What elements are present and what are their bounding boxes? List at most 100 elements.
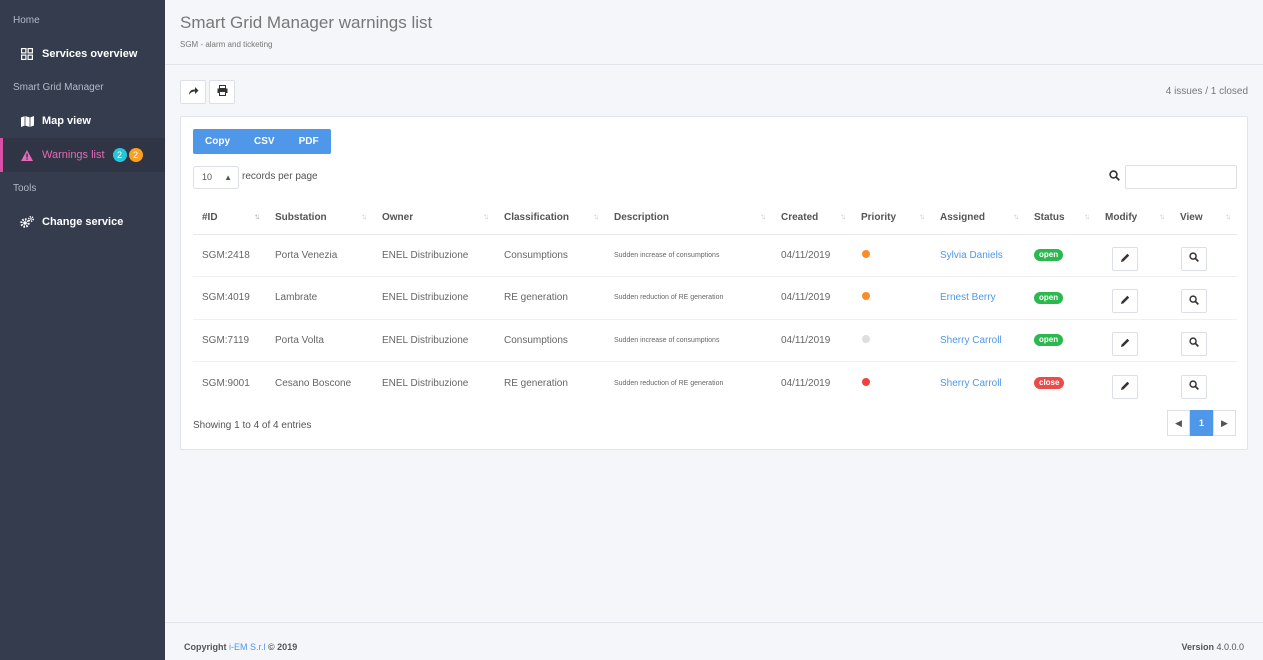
assigned-user-link[interactable]: Ernest Berry xyxy=(940,292,996,303)
priority-dot xyxy=(862,249,870,258)
column-header-substation[interactable]: Substation ↑↓ xyxy=(266,201,373,235)
table-header-row: #ID ↑↓ Substation ↑↓ Owner ↑↓ Classificatio… xyxy=(193,201,1237,235)
cell-description: Sudden increase of consumptions xyxy=(605,234,772,277)
column-header-owner[interactable]: Owner ↑↓ xyxy=(373,201,495,235)
cell-classification: RE generation xyxy=(504,377,568,389)
cell-status: open xyxy=(1025,319,1096,362)
view-button[interactable] xyxy=(1181,289,1207,314)
sidebar-item-label: Change service xyxy=(42,216,124,228)
cell-owner: ENEL Distribuzione xyxy=(373,319,495,362)
sidebar-item-label: Services overview xyxy=(42,48,138,60)
warnings-count-badge: 2 xyxy=(112,148,127,162)
company-link[interactable]: i-EM S.r.l xyxy=(229,642,266,652)
print-button[interactable] xyxy=(209,80,235,104)
search-icon xyxy=(1189,380,1199,393)
records-per-page-select[interactable]: 10 ▲ xyxy=(193,166,239,189)
column-header-id[interactable]: #ID ↑↓ xyxy=(193,201,266,235)
cell-modify xyxy=(1096,319,1171,362)
cell-modify xyxy=(1096,362,1171,405)
column-header-modify[interactable]: Modify ↑↓ xyxy=(1096,201,1171,235)
cogs-icon xyxy=(20,215,34,229)
priority-dot xyxy=(862,292,870,301)
column-header-status[interactable]: Status ↑↓ xyxy=(1025,201,1096,235)
status-badge: open xyxy=(1034,291,1064,304)
column-header-classification[interactable]: Classification ↑↓ xyxy=(495,201,605,235)
grid-icon xyxy=(20,47,34,61)
cell-assigned: Sylvia Daniels xyxy=(931,234,1025,277)
sidebar-item-services-overview[interactable]: Services overview xyxy=(0,37,165,71)
assigned-user-link[interactable]: Sylvia Daniels xyxy=(940,250,1003,261)
column-header-assigned[interactable]: Assigned ↑↓ xyxy=(931,201,1025,235)
chevron-left-icon: ◀ xyxy=(1175,417,1182,428)
pdf-button[interactable]: PDF xyxy=(287,129,331,154)
column-header-description[interactable]: Description ↑↓ xyxy=(605,201,772,235)
cell-owner: ENEL Distribuzione xyxy=(373,276,495,320)
cell-classification: Consumptions xyxy=(495,319,605,362)
assigned-user-link[interactable]: Sherry Carroll xyxy=(940,335,1002,346)
sidebar-item-change-service[interactable]: Change service xyxy=(0,205,165,239)
view-button[interactable] xyxy=(1181,246,1207,271)
print-icon xyxy=(217,85,228,99)
cell-view xyxy=(1171,319,1237,362)
cell-view xyxy=(1171,234,1237,277)
cell-modify xyxy=(1096,276,1171,320)
copyright-suffix: © 2019 xyxy=(268,642,298,652)
status-badge: open xyxy=(1034,334,1064,347)
cell-priority xyxy=(852,234,931,277)
column-header-priority[interactable]: Priority ↑↓ xyxy=(852,201,931,235)
cell-description: Sudden reduction of RE generation xyxy=(605,276,772,320)
sort-icon: ↑↓ xyxy=(1084,212,1090,221)
status-badge: open xyxy=(1034,249,1064,262)
cell-priority xyxy=(852,319,931,362)
issues-summary: 4 issues / 1 closed xyxy=(1165,86,1248,97)
sort-icon: ↑↓ xyxy=(840,212,846,221)
modify-button[interactable] xyxy=(1112,246,1138,271)
search-input[interactable] xyxy=(1125,165,1237,189)
csv-button[interactable]: CSV xyxy=(242,129,287,154)
previous-page-button[interactable]: ◀ xyxy=(1167,410,1190,436)
page-button-current[interactable]: 1 xyxy=(1190,410,1213,436)
assigned-user-link[interactable]: Sherry Carroll xyxy=(940,378,1002,389)
sort-icon: ↑↓ xyxy=(1159,212,1165,221)
view-button[interactable] xyxy=(1181,331,1207,356)
sort-icon: ↑↓ xyxy=(919,212,925,221)
sidebar-item-label: Map view xyxy=(42,115,91,127)
sidebar-item-warnings-list[interactable]: Warnings list 2 2 xyxy=(0,138,165,172)
sidebar-section-smart-grid-manager: Smart Grid Manager xyxy=(13,82,104,93)
cell-owner: ENEL Distribuzione xyxy=(373,234,495,277)
search-icon xyxy=(1189,295,1199,308)
cell-substation: Lambrate xyxy=(266,276,373,320)
table-row: SGM:2418 Porta Venezia ENEL Distribuzione C… xyxy=(193,234,1237,277)
copyright: Copyright i-EM S.r.l © 2019 xyxy=(184,642,297,652)
copy-button[interactable]: Copy xyxy=(193,129,242,154)
cell-view xyxy=(1171,362,1237,405)
sort-icon: ↑↓ xyxy=(1013,212,1019,221)
share-button[interactable] xyxy=(180,80,206,104)
cell-view xyxy=(1171,276,1237,320)
sidebar-item-map-view[interactable]: Map view xyxy=(0,104,165,138)
next-page-button[interactable]: ▶ xyxy=(1213,410,1236,436)
column-header-created[interactable]: Created ↑↓ xyxy=(772,201,852,235)
table-row: SGM:4019 Lambrate ENEL Distribuzione RE gen… xyxy=(193,276,1237,320)
version-number: 4.0.0.0 xyxy=(1216,642,1244,652)
cell-description: Sudden increase of consumptions xyxy=(605,319,772,362)
priority-dot xyxy=(862,377,870,386)
view-button[interactable] xyxy=(1181,374,1207,399)
warnings-table: #ID ↑↓ Substation ↑↓ Owner ↑↓ Classificatio… xyxy=(193,201,1237,404)
priority-dot xyxy=(862,334,870,343)
pencil-icon xyxy=(1120,253,1130,265)
alerts-count-badge: 2 xyxy=(128,148,143,162)
sort-icon: ↑↓ xyxy=(1225,212,1231,221)
cell-assigned: Ernest Berry xyxy=(931,276,1025,320)
cell-created: 04/11/2019 xyxy=(772,234,852,277)
column-header-view[interactable]: View ↑↓ xyxy=(1171,201,1237,235)
modify-button[interactable] xyxy=(1112,374,1138,399)
share-icon xyxy=(188,86,199,99)
modify-button[interactable] xyxy=(1112,331,1138,356)
pagination: ◀ 1 ▶ xyxy=(1167,410,1236,436)
cell-created: 04/11/2019 xyxy=(772,319,852,362)
map-icon xyxy=(20,114,34,128)
cell-priority xyxy=(852,276,931,320)
modify-button[interactable] xyxy=(1112,289,1138,314)
cell-classification: Consumptions xyxy=(495,234,605,277)
